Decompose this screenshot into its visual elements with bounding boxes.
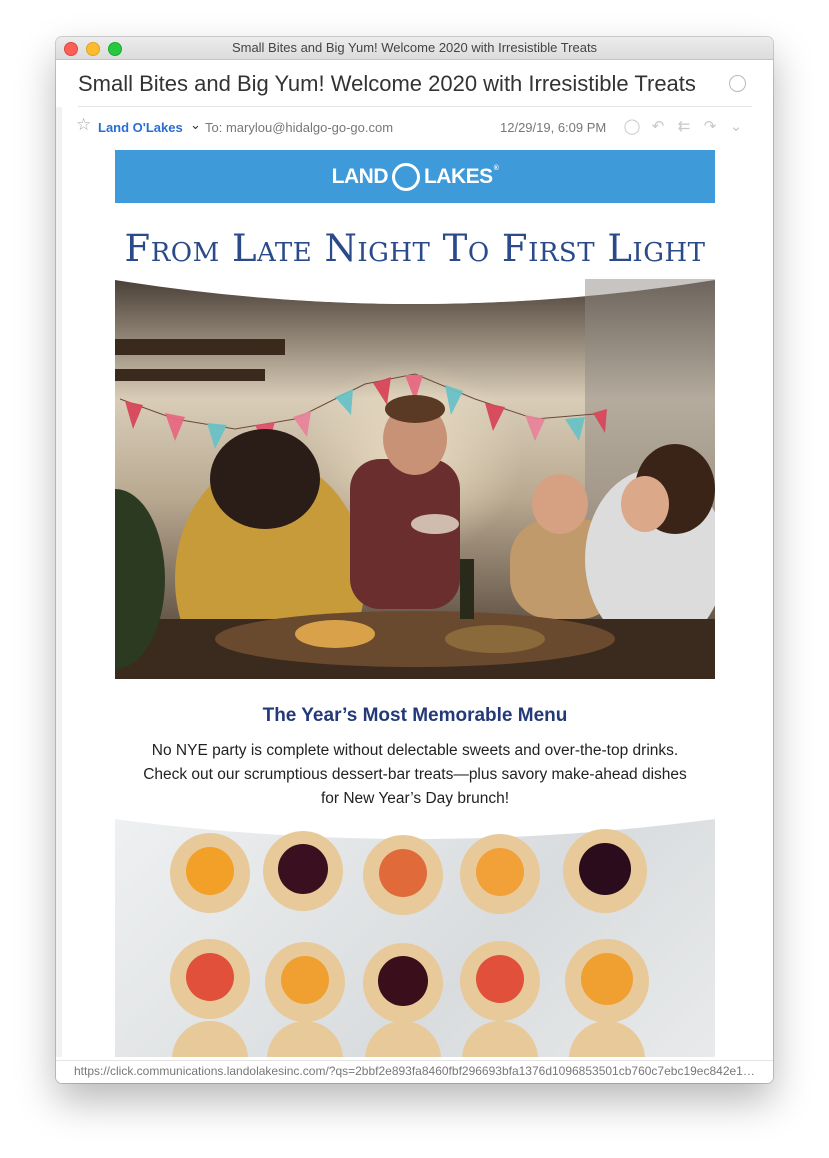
speech-bubble-icon[interactable]: ◯ xyxy=(622,117,642,135)
subject-row: Small Bites and Big Yum! Welcome 2020 wi… xyxy=(56,60,773,106)
title-bar: Small Bites and Big Yum! Welcome 2020 wi… xyxy=(56,37,773,60)
brand-header[interactable]: LAND LAKES ® xyxy=(115,150,715,203)
logo-text-left: LAND xyxy=(331,164,389,188)
cookies-photo-art xyxy=(115,819,715,1057)
logo-ring-icon xyxy=(391,162,420,191)
forward-icon[interactable]: ↷ xyxy=(700,117,720,135)
message-header: ☆ Land O'Lakes ⌄ To: marylou@hidalgo-go-… xyxy=(56,115,773,137)
headline: From Late Night To First Light xyxy=(124,227,706,270)
recipient: To: marylou@hidalgo-go-go.com xyxy=(205,120,394,135)
star-icon[interactable]: ☆ xyxy=(76,115,91,135)
message-date: 12/29/19, 6:09 PM xyxy=(500,120,607,135)
close-button[interactable] xyxy=(64,42,78,56)
window-title: Small Bites and Big Yum! Welcome 2020 wi… xyxy=(231,40,598,55)
minimize-button[interactable] xyxy=(86,42,100,56)
reply-all-icon[interactable]: ⇇ xyxy=(674,117,694,135)
headline-band: From Late Night To First Light xyxy=(115,203,715,279)
body-text: No NYE party is complete without delecta… xyxy=(143,742,687,807)
message-actions: ◯ ↶ ⇇ ↷ ⌄ xyxy=(622,117,746,135)
party-photo[interactable] xyxy=(115,279,715,679)
reply-icon[interactable]: ↶ xyxy=(648,117,668,135)
window-controls xyxy=(64,42,122,56)
party-photo-art xyxy=(115,279,715,679)
link-status-bar: https://click.communications.landolakesi… xyxy=(56,1060,773,1083)
left-gutter xyxy=(56,107,62,1057)
cookies-photo[interactable] xyxy=(115,819,715,1057)
mail-window: Small Bites and Big Yum! Welcome 2020 wi… xyxy=(56,37,773,1083)
registered-mark: ® xyxy=(493,164,499,172)
email-body: LAND LAKES ® From Late Night To First Li… xyxy=(115,150,715,811)
section-title: The Year’s Most Memorable Menu xyxy=(262,705,568,726)
logo-text-right: LAKES xyxy=(423,164,493,188)
brand-logo: LAND LAKES ® xyxy=(331,162,499,191)
sender-name[interactable]: Land O'Lakes xyxy=(98,120,183,135)
divider xyxy=(78,106,752,107)
chevron-down-icon[interactable]: ⌄ xyxy=(190,117,201,133)
zoom-button[interactable] xyxy=(108,42,122,56)
message-subject: Small Bites and Big Yum! Welcome 2020 wi… xyxy=(78,71,696,96)
read-status-icon[interactable] xyxy=(729,75,746,92)
more-chevron-icon[interactable]: ⌄ xyxy=(726,117,746,135)
